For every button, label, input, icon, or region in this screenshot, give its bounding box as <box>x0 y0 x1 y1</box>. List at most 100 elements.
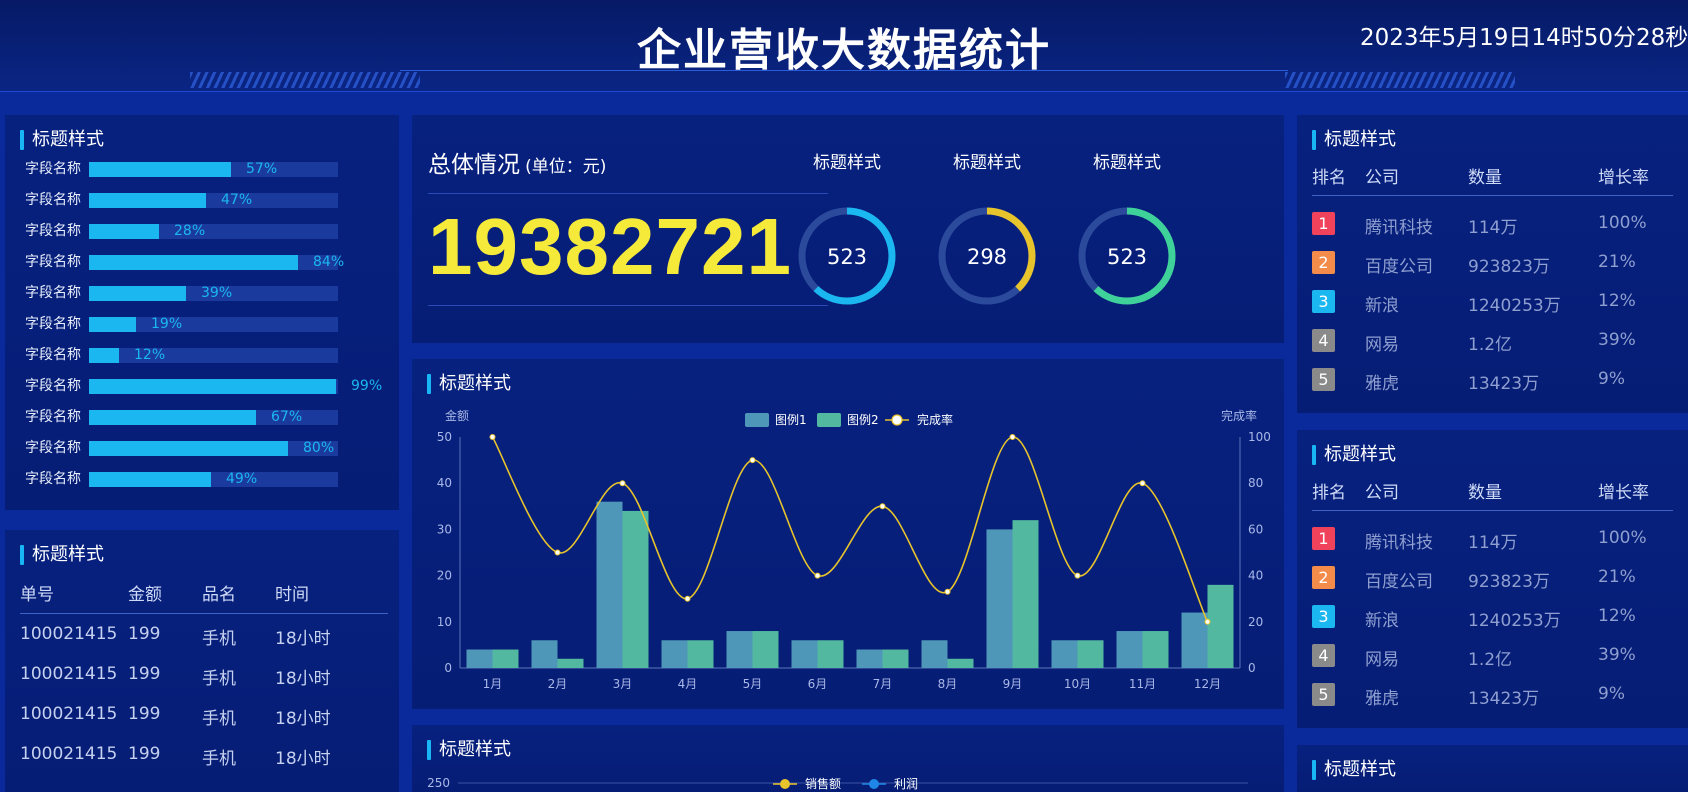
rank-badge: 5 <box>1312 683 1335 706</box>
orders-cell: 18小时 <box>275 669 331 689</box>
bar-percent: 80% <box>303 440 335 456</box>
bar-1 <box>531 640 558 668</box>
legend-label: 图例2 <box>847 413 879 427</box>
rank-badge: 3 <box>1312 605 1335 628</box>
gauge: 523 <box>1078 207 1176 305</box>
bar-list-item: 字段名称 12% <box>20 345 399 365</box>
rank-badge: 3 <box>1312 290 1335 313</box>
bar-percent: 67% <box>271 409 303 425</box>
gauge-value: 523 <box>1107 245 1147 269</box>
rank-growth: 39% <box>1598 645 1636 665</box>
bar-1 <box>1181 612 1208 668</box>
orders-header-time: 时间 <box>275 585 309 605</box>
bar-label: 字段名称 <box>25 192 81 208</box>
bar-label: 字段名称 <box>25 316 81 332</box>
bar-list-item: 字段名称 19% <box>20 314 399 334</box>
x-tick: 1月 <box>483 677 503 691</box>
bar-1 <box>661 640 688 668</box>
bar-2 <box>882 649 909 668</box>
bar-track <box>89 193 338 208</box>
rank-growth: 100% <box>1598 213 1647 233</box>
y-tick-left: 20 <box>437 569 452 583</box>
bar-percent: 19% <box>151 316 183 332</box>
bar-2 <box>492 649 519 668</box>
rank-header: 排名 <box>1312 168 1346 188</box>
bar-1 <box>1051 640 1078 668</box>
bar-fill <box>89 193 206 208</box>
overview-total: 19382721 <box>428 202 792 291</box>
rank-quantity: 923823万 <box>1468 257 1550 277</box>
bar-2 <box>1142 631 1169 668</box>
bar-2 <box>947 658 974 668</box>
x-tick: 5月 <box>743 677 763 691</box>
gauge-value: 523 <box>827 245 867 269</box>
bar-fill <box>89 410 256 425</box>
x-tick: 11月 <box>1129 677 1156 691</box>
bar-label: 字段名称 <box>25 254 81 270</box>
rank-growth: 12% <box>1598 606 1636 626</box>
rank-quantity: 114万 <box>1468 218 1518 238</box>
bar-label: 字段名称 <box>25 440 81 456</box>
legend-marker <box>891 414 903 426</box>
legend-label: 销售额 <box>805 776 841 791</box>
bar-list-item: 字段名称 47% <box>20 190 399 210</box>
gauge-title: 标题样式 <box>953 153 1021 173</box>
bar-1 <box>986 529 1013 668</box>
rank-header: 排名 <box>1312 483 1346 503</box>
orders-divider <box>20 613 388 614</box>
gauge: 523 <box>798 207 896 305</box>
rank-company: 腾讯科技 <box>1365 533 1433 553</box>
bar-list-item: 字段名称 80% <box>20 438 399 458</box>
x-tick: 10月 <box>1064 677 1091 691</box>
rank-badge: 2 <box>1312 566 1335 589</box>
gauge-value: 298 <box>967 245 1007 269</box>
bar-fill <box>89 472 211 487</box>
bar-fill <box>89 224 159 239</box>
rank-company: 百度公司 <box>1365 257 1433 277</box>
rank-badge: 4 <box>1312 329 1335 352</box>
y-tick-left: 40 <box>437 476 452 490</box>
bar-label: 字段名称 <box>25 223 81 239</box>
y-tick-left: 10 <box>437 615 452 629</box>
y-axis-right-label: 完成率 <box>1221 408 1257 423</box>
orders-cell: 18小时 <box>275 709 331 729</box>
rank-quantity: 13423万 <box>1468 689 1540 709</box>
rank-divider <box>1312 195 1673 196</box>
rank-badge: 1 <box>1312 527 1335 550</box>
bar-list-item: 字段名称 39% <box>20 283 399 303</box>
panel-title: 标题样式 <box>1312 444 1396 466</box>
bar-2 <box>1207 584 1234 668</box>
rank-quantity: 1240253万 <box>1468 296 1561 316</box>
line-point <box>814 572 821 579</box>
overview-unit: (单位：元) <box>525 157 607 177</box>
bar-percent: 12% <box>134 347 166 363</box>
bar-fill <box>89 441 288 456</box>
bar-2 <box>817 640 844 668</box>
line-point <box>684 595 691 602</box>
legend-marker <box>869 779 879 789</box>
rank-quantity: 13423万 <box>1468 374 1540 394</box>
y-tick-right: 80 <box>1248 476 1263 490</box>
y-tick-left: 0 <box>444 661 452 675</box>
line-point <box>619 480 626 487</box>
overview-title: 总体情况 <box>428 152 520 178</box>
overview-divider-top <box>428 193 828 194</box>
y-tick-left: 250 <box>427 776 450 790</box>
bar-percent: 47% <box>221 192 253 208</box>
overview-panel: 总体情况 (单位：元) 19382721 标题样式 523 标题样式 298 标题样式 5… <box>412 115 1284 343</box>
bar-list-item: 字段名称 49% <box>20 469 399 489</box>
orders-cell: 199 <box>128 744 161 764</box>
rank-badge: 2 <box>1312 251 1335 274</box>
bar-label: 字段名称 <box>25 161 81 177</box>
rank-quantity: 1.2亿 <box>1468 650 1513 670</box>
bar-percent: 57% <box>246 161 278 177</box>
orders-cell: 199 <box>128 664 161 684</box>
legend-label: 图例1 <box>775 413 807 427</box>
bar-fill <box>89 286 186 301</box>
rank-badge: 4 <box>1312 644 1335 667</box>
panel-title: 标题样式 <box>20 129 104 151</box>
orders-header-id: 单号 <box>20 585 54 605</box>
rank-header: 公司 <box>1365 168 1399 188</box>
rank-growth: 9% <box>1598 684 1625 704</box>
rank-company: 网易 <box>1365 650 1399 670</box>
